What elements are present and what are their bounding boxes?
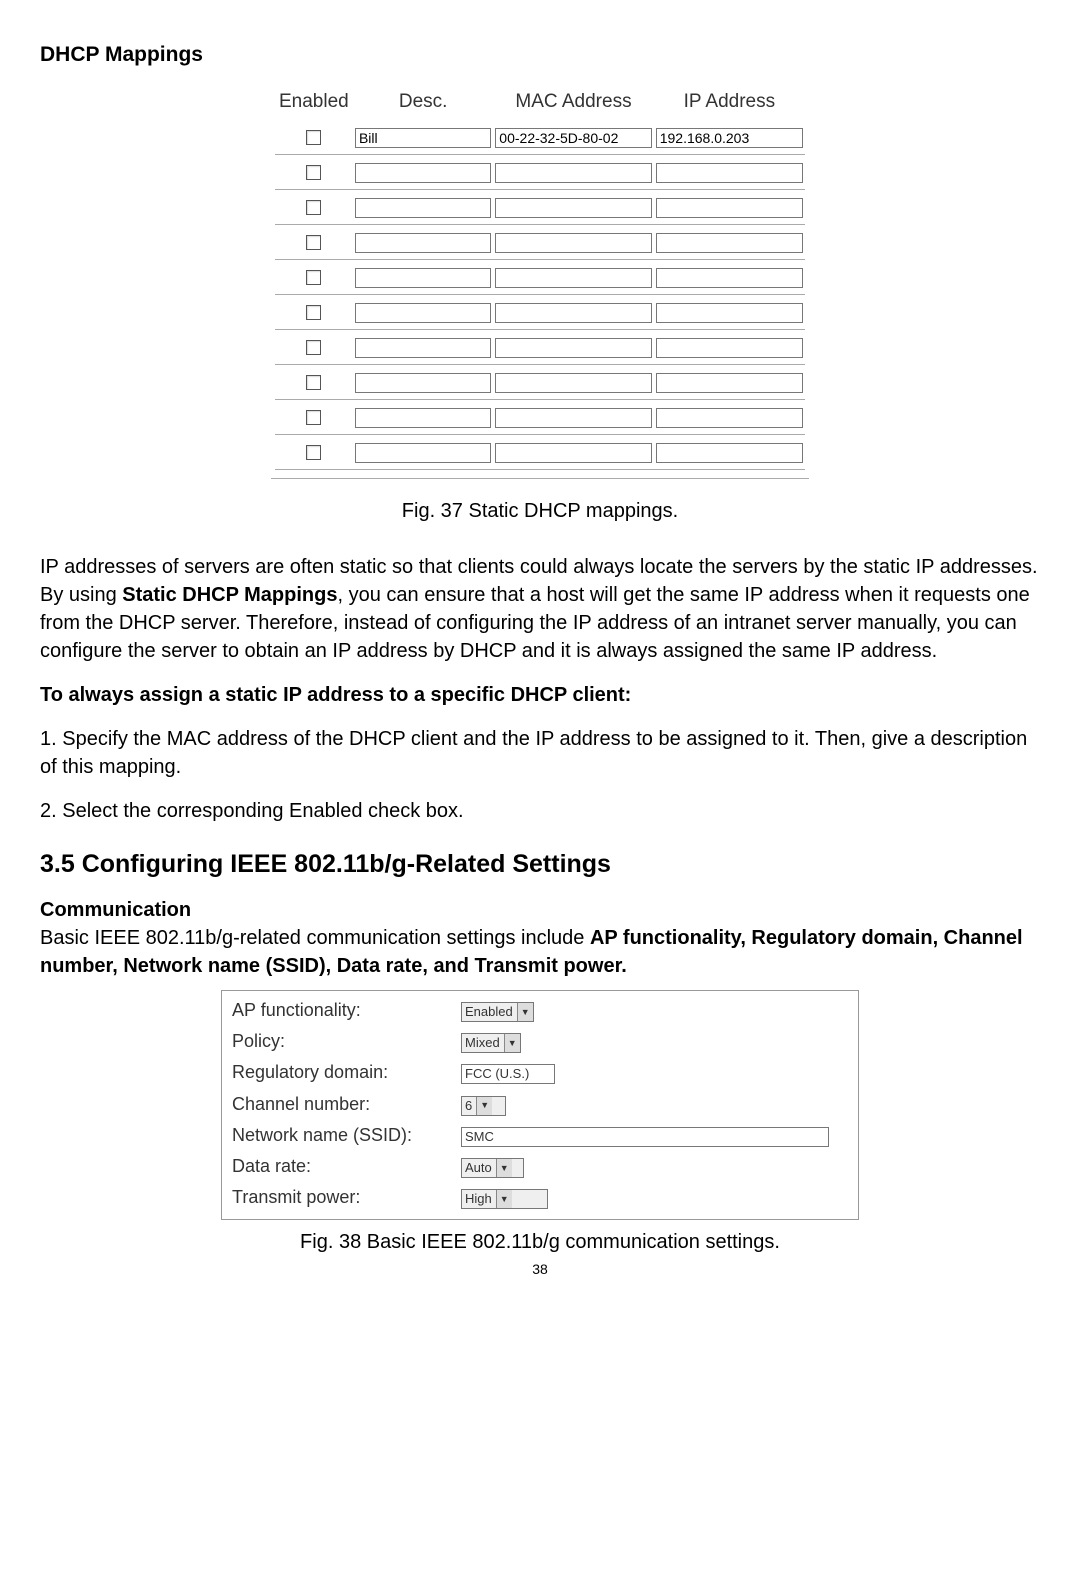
select-transmit-power[interactable]: High ▼: [461, 1189, 548, 1209]
mac-address-input[interactable]: [495, 443, 651, 463]
desc-input[interactable]: [355, 408, 491, 428]
mac-address-input[interactable]: [495, 373, 651, 393]
label-data-rate: Data rate:: [230, 1151, 459, 1182]
col-header-ip: IP Address: [654, 87, 805, 120]
select-data-rate[interactable]: Auto ▼: [461, 1158, 524, 1178]
table-row: [275, 434, 805, 469]
figure-37-caption: Fig. 37 Static DHCP mappings.: [40, 497, 1040, 525]
table-row: [275, 364, 805, 399]
ip-address-input[interactable]: [656, 163, 803, 183]
enabled-checkbox[interactable]: [306, 375, 321, 390]
desc-input[interactable]: [355, 373, 491, 393]
enabled-checkbox[interactable]: [306, 235, 321, 250]
table-row: [275, 329, 805, 364]
table-row: [275, 399, 805, 434]
ip-address-input[interactable]: [656, 268, 803, 288]
communication-settings-panel: AP functionality: Enabled ▼ Policy: Mixe…: [221, 990, 859, 1220]
select-value: Auto: [465, 1159, 496, 1177]
mac-address-input[interactable]: [495, 128, 651, 148]
step-2: 2. Select the corresponding Enabled chec…: [40, 797, 1040, 825]
enabled-checkbox[interactable]: [306, 165, 321, 180]
dhcp-mappings-table-container: Enabled Desc. MAC Address IP Address: [271, 81, 809, 479]
mac-address-input[interactable]: [495, 303, 651, 323]
ip-address-input[interactable]: [656, 338, 803, 358]
enabled-checkbox[interactable]: [306, 270, 321, 285]
table-row: [275, 259, 805, 294]
table-row: [275, 224, 805, 259]
input-regulatory-domain[interactable]: FCC (U.S.): [461, 1064, 555, 1084]
mac-address-input[interactable]: [495, 338, 651, 358]
enabled-checkbox[interactable]: [306, 445, 321, 460]
enabled-checkbox[interactable]: [306, 410, 321, 425]
table-row: [275, 294, 805, 329]
ip-address-input[interactable]: [656, 198, 803, 218]
paragraph-static-dhcp-explain: IP addresses of servers are often static…: [40, 553, 1040, 665]
label-channel-number: Channel number:: [230, 1089, 459, 1120]
ip-address-input[interactable]: [656, 408, 803, 428]
label-ssid: Network name (SSID):: [230, 1120, 459, 1151]
select-value: Mixed: [465, 1034, 504, 1052]
chevron-down-icon: ▼: [517, 1003, 533, 1021]
table-row: [275, 120, 805, 155]
select-value: Enabled: [465, 1003, 517, 1021]
mac-address-input[interactable]: [495, 233, 651, 253]
desc-input[interactable]: [355, 443, 491, 463]
ip-address-input[interactable]: [656, 303, 803, 323]
ip-address-input[interactable]: [656, 233, 803, 253]
step-1: 1. Specify the MAC address of the DHCP c…: [40, 725, 1040, 781]
mac-address-input[interactable]: [495, 163, 651, 183]
ip-address-input[interactable]: [656, 373, 803, 393]
mac-address-input[interactable]: [495, 268, 651, 288]
label-policy: Policy:: [230, 1026, 459, 1057]
enabled-checkbox[interactable]: [306, 340, 321, 355]
paragraph-instruction-heading: To always assign a static IP address to …: [40, 681, 1040, 709]
table-row: [275, 154, 805, 189]
desc-input[interactable]: [355, 233, 491, 253]
chevron-down-icon: ▼: [496, 1190, 512, 1208]
enabled-checkbox[interactable]: [306, 200, 321, 215]
desc-input[interactable]: [355, 268, 491, 288]
text: Basic IEEE 802.11b/g-related communicati…: [40, 927, 590, 949]
figure-38-caption: Fig. 38 Basic IEEE 802.11b/g communicati…: [40, 1228, 1040, 1256]
enabled-checkbox[interactable]: [306, 130, 321, 145]
select-value: 6: [465, 1097, 476, 1115]
desc-input[interactable]: [355, 163, 491, 183]
subheading-communication: Communication: [40, 899, 191, 921]
mac-address-input[interactable]: [495, 408, 651, 428]
desc-input[interactable]: [355, 338, 491, 358]
desc-input[interactable]: [355, 198, 491, 218]
paragraph-communication: Communication Basic IEEE 802.11b/g-relat…: [40, 896, 1040, 980]
label-transmit-power: Transmit power:: [230, 1182, 459, 1213]
chevron-down-icon: ▼: [504, 1034, 520, 1052]
select-ap-functionality[interactable]: Enabled ▼: [461, 1002, 534, 1022]
select-policy[interactable]: Mixed ▼: [461, 1033, 521, 1053]
label-regulatory-domain: Regulatory domain:: [230, 1057, 459, 1088]
heading-3-5: 3.5 Configuring IEEE 802.11b/g-Related S…: [40, 847, 1040, 882]
enabled-checkbox[interactable]: [306, 305, 321, 320]
select-value: High: [465, 1190, 496, 1208]
col-header-desc: Desc.: [353, 87, 493, 120]
col-header-mac: MAC Address: [493, 87, 653, 120]
ip-address-input[interactable]: [656, 443, 803, 463]
chevron-down-icon: ▼: [476, 1097, 492, 1115]
ip-address-input[interactable]: [656, 128, 803, 148]
desc-input[interactable]: [355, 128, 491, 148]
mac-address-input[interactable]: [495, 198, 651, 218]
heading-dhcp-mappings: DHCP Mappings: [40, 40, 1040, 69]
dhcp-mappings-table: Enabled Desc. MAC Address IP Address: [275, 87, 805, 470]
chevron-down-icon: ▼: [496, 1159, 512, 1177]
input-ssid[interactable]: SMC: [461, 1127, 829, 1147]
page-number: 38: [40, 1260, 1040, 1280]
text-bold: Static DHCP Mappings: [122, 584, 337, 606]
desc-input[interactable]: [355, 303, 491, 323]
col-header-enabled: Enabled: [275, 87, 353, 120]
table-row: [275, 189, 805, 224]
select-channel-number[interactable]: 6 ▼: [461, 1096, 506, 1116]
label-ap-functionality: AP functionality:: [230, 995, 459, 1026]
